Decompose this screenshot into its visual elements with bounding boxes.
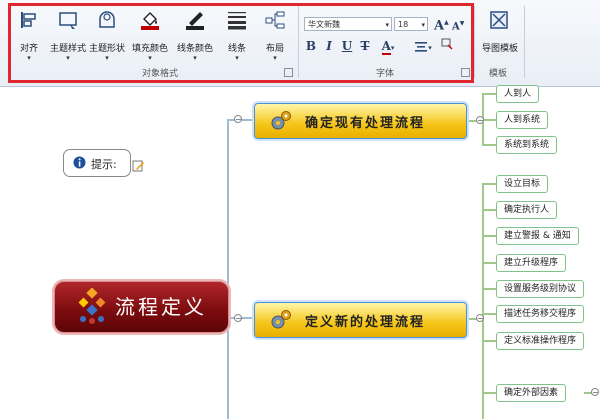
central-topic-label: 流程定义 — [115, 295, 207, 319]
ribbon-toolbar: 对齐 ▾ 主题样式 ▾ 主题形状 ▾ 填充颜色 ▾ 线条颜色 ▾ 线条 ▾ 布局… — [0, 0, 600, 87]
connector-line — [482, 235, 496, 237]
connector-line — [482, 183, 496, 185]
connector-line — [227, 119, 229, 419]
note-edit-icon[interactable] — [132, 159, 145, 172]
collapse-toggle[interactable]: − — [476, 314, 484, 323]
connector-line — [482, 313, 496, 315]
connector-line — [482, 288, 496, 290]
connector-line — [482, 93, 496, 95]
mind-map-canvas[interactable]: − − − − 提示: 流程定义 确定现有处理流程 定义新的处理流程 人到人 人… — [0, 85, 600, 419]
collapse-toggle[interactable]: − — [476, 116, 484, 125]
subtopic[interactable]: 确定外部因素 — [496, 384, 567, 402]
subtopic[interactable]: 描述任务移交程序 — [496, 305, 585, 323]
subtopic[interactable]: 确定执行人 — [496, 201, 558, 219]
branch-topic-existing-process[interactable]: 确定现有处理流程 — [254, 103, 467, 139]
gear-icon — [271, 310, 291, 329]
process-icon — [78, 288, 106, 324]
subtopic[interactable]: 人到系统 — [496, 111, 549, 129]
highlight-box — [8, 3, 474, 83]
subtopic[interactable]: 设立目标 — [496, 175, 549, 193]
template-group-label: 模板 — [488, 69, 507, 79]
template-icon — [490, 11, 508, 29]
connector-line — [482, 262, 496, 264]
hint-label: 提示: — [91, 158, 117, 171]
connector-line — [482, 209, 496, 211]
divider — [524, 6, 525, 78]
connector-line — [482, 119, 496, 121]
connector-line — [482, 144, 496, 146]
branch-label: 确定现有处理流程 — [305, 116, 426, 131]
central-topic[interactable]: 流程定义 — [54, 281, 229, 333]
collapse-toggle[interactable]: − — [591, 388, 599, 397]
connector-line — [482, 392, 496, 394]
subtopic[interactable]: 建立升级程序 — [496, 254, 567, 272]
template-button[interactable]: 导图模板 — [478, 8, 522, 64]
hint-callout[interactable]: 提示: — [63, 149, 131, 177]
subtopic[interactable]: 设置服务级别协议 — [496, 280, 585, 298]
connector-line — [482, 183, 484, 419]
subtopic[interactable]: 人到人 — [496, 85, 540, 103]
subtopic[interactable]: 系统到系统 — [496, 136, 558, 154]
gear-icon — [271, 111, 291, 130]
subtopic[interactable]: 定义标准操作程序 — [496, 332, 585, 350]
subtopic[interactable]: 建立警报 & 通知 — [496, 227, 579, 245]
info-icon — [73, 156, 86, 169]
branch-topic-new-process[interactable]: 定义新的处理流程 — [254, 302, 467, 338]
collapse-toggle[interactable]: − — [234, 314, 242, 323]
branch-label: 定义新的处理流程 — [305, 315, 426, 330]
template-label: 导图模板 — [481, 44, 518, 54]
connector-line — [482, 340, 496, 342]
collapse-toggle[interactable]: − — [234, 115, 242, 124]
